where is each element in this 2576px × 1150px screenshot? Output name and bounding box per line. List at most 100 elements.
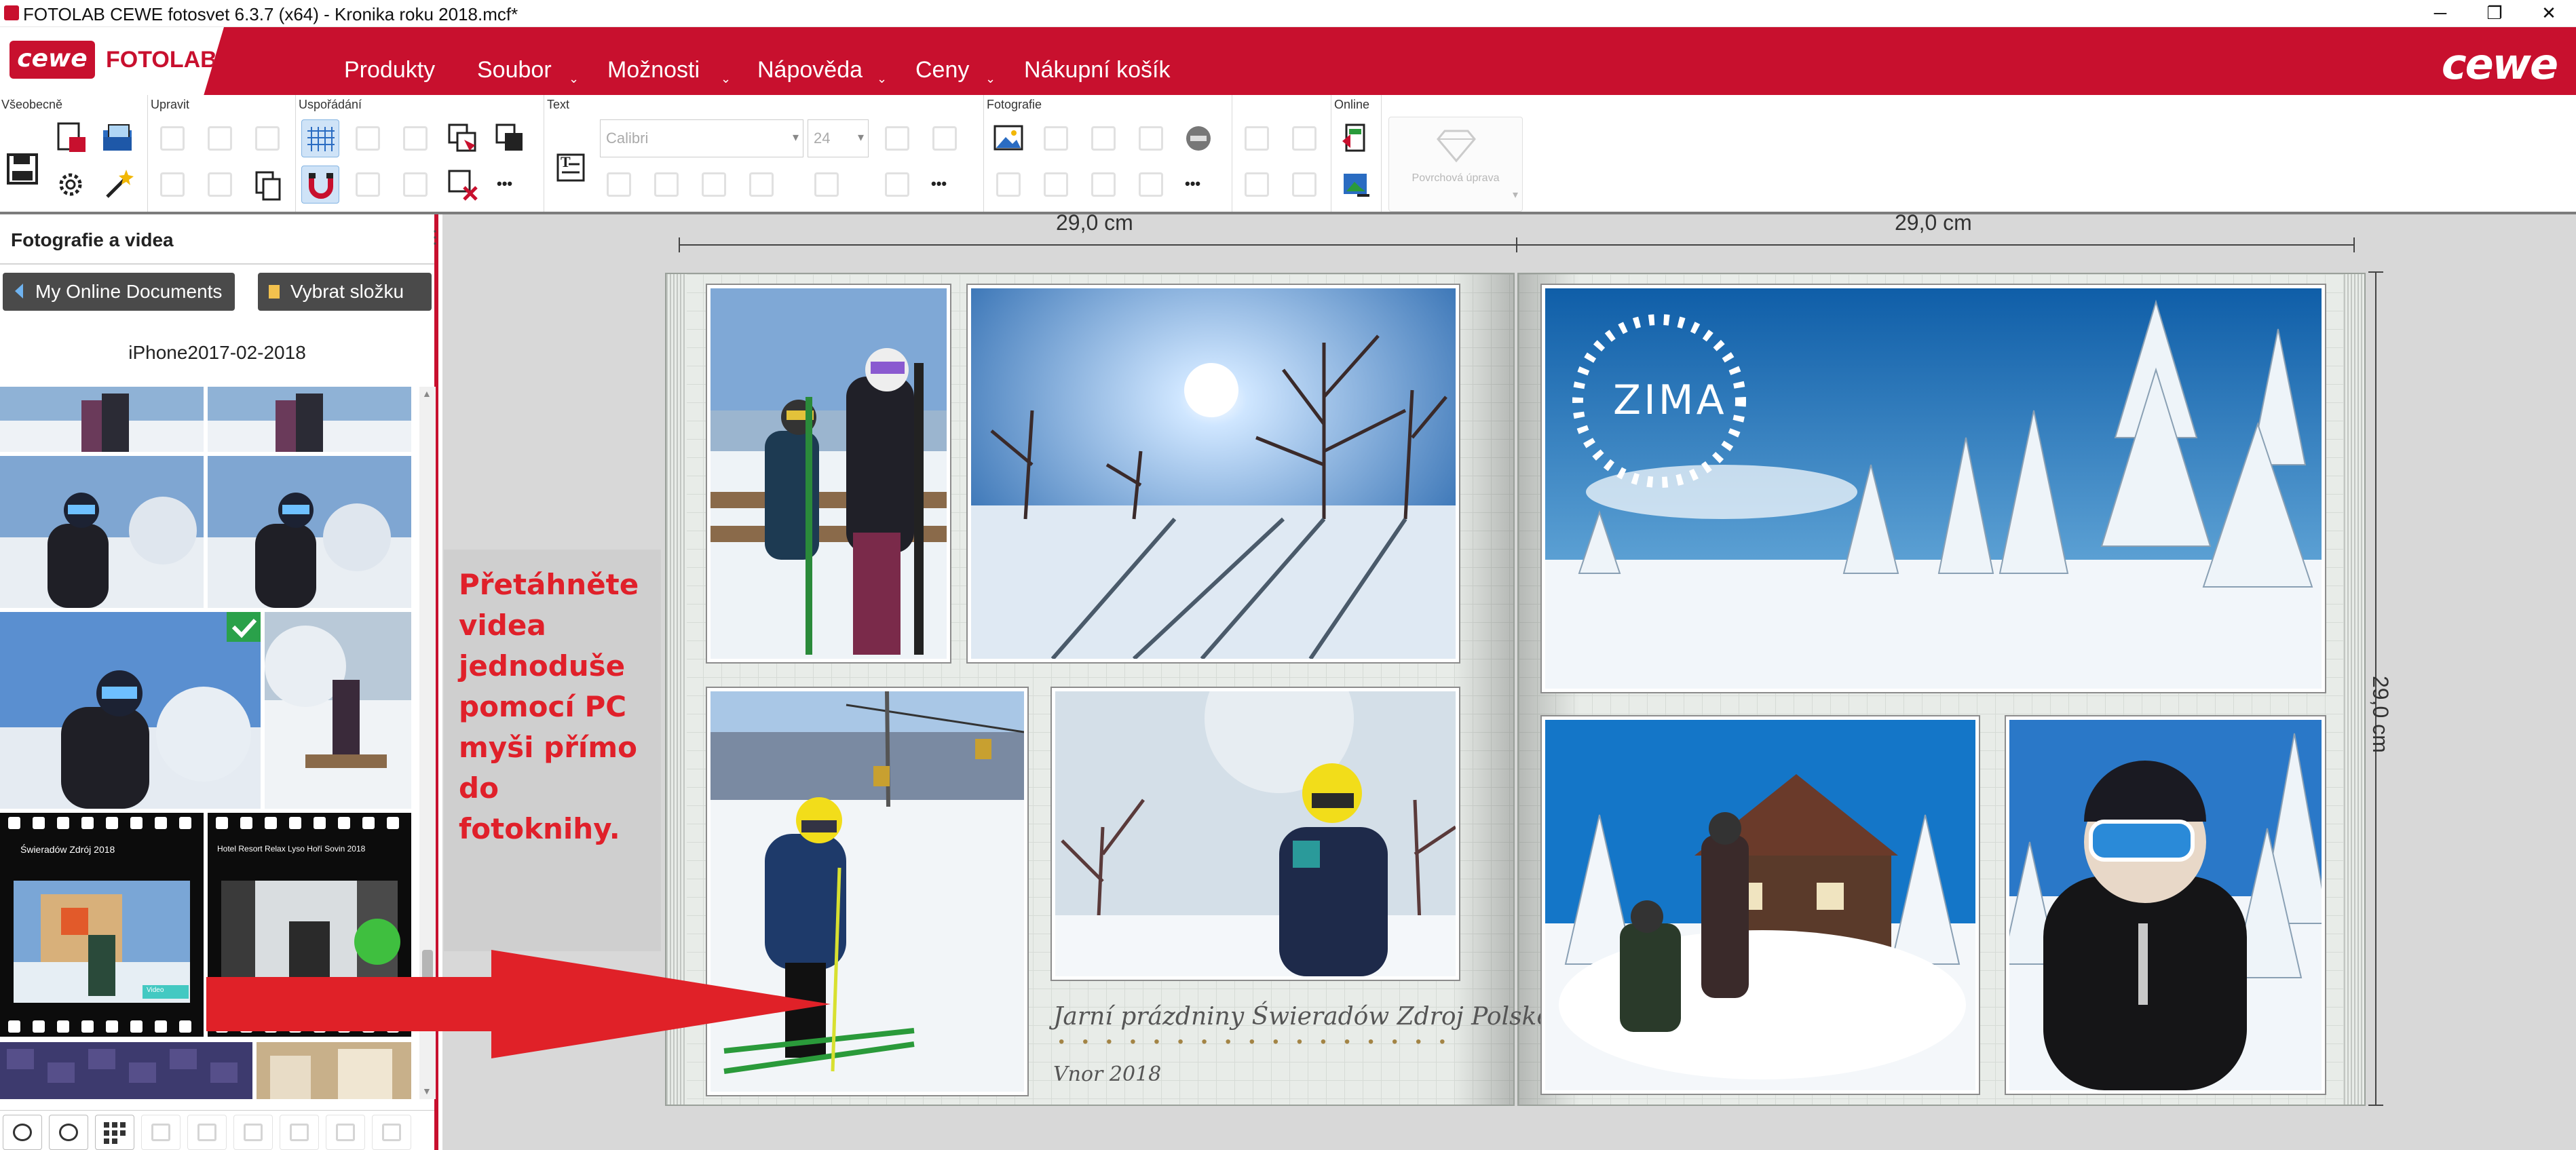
scroll-down-icon[interactable]: ▼	[422, 1086, 432, 1096]
ribbon-toolbar: Všeobecně Upravit Uspořádání ••• Text T …	[0, 95, 2576, 214]
photo-thumbnail[interactable]	[0, 387, 204, 452]
menu-produkty[interactable]: Produkty	[344, 57, 435, 83]
mask-icon[interactable]	[1179, 119, 1217, 157]
photo-ski-couple[interactable]	[707, 285, 950, 662]
sort-icon[interactable]	[141, 1115, 181, 1150]
grid-icon[interactable]	[301, 119, 339, 157]
photo-thumbnail[interactable]	[0, 456, 204, 608]
chevron-down-icon[interactable]: ⌄	[569, 72, 579, 86]
select-folder-button[interactable]: Vybrat složku	[258, 273, 432, 311]
photo-thumbnail[interactable]	[208, 387, 411, 452]
photo-crop-icon[interactable]	[1132, 166, 1170, 204]
paste-icon[interactable]	[248, 166, 286, 204]
menu-soubor[interactable]: Soubor	[477, 57, 552, 83]
font-size-select[interactable]: 24 ▾	[808, 119, 869, 157]
font-shrink-icon[interactable]	[926, 119, 964, 157]
panel-options-icon[interactable]: ⋮	[426, 227, 444, 248]
photo-thumbnail-selected[interactable]	[0, 612, 261, 809]
online-upload-icon[interactable]	[1337, 119, 1375, 157]
my-online-documents-button[interactable]: My Online Documents	[3, 273, 235, 311]
menu-moznosti[interactable]: Možnosti	[607, 57, 700, 83]
delete-icon[interactable]	[248, 119, 286, 157]
minimize-button[interactable]: ─	[2413, 0, 2467, 27]
more-photo-icon[interactable]: •••	[1179, 166, 1217, 204]
photo-thumbnail[interactable]	[208, 456, 411, 608]
view-grid-icon[interactable]	[95, 1115, 134, 1150]
font-grow-icon[interactable]	[878, 119, 916, 157]
copy-icon[interactable]	[201, 166, 239, 204]
chevron-down-icon[interactable]: ⌄	[985, 72, 996, 86]
photo-redeye-icon[interactable]	[1037, 166, 1075, 204]
align-icon[interactable]	[396, 119, 434, 157]
scroll-up-icon[interactable]: ▲	[422, 388, 432, 399]
filter-icon[interactable]	[187, 1115, 227, 1150]
add-text-icon[interactable]: T	[551, 140, 589, 187]
svg-text:T: T	[561, 153, 571, 170]
menu-napoveda[interactable]: Nápověda	[757, 57, 863, 83]
photo-winter-panorama[interactable]: ZIMA	[1542, 285, 2325, 692]
zoom-out-thumbnails-icon[interactable]	[3, 1115, 42, 1150]
rotate-right-thumb-icon[interactable]	[280, 1115, 319, 1150]
undo-icon[interactable]	[153, 119, 191, 157]
menu-ceny[interactable]: Ceny	[915, 57, 969, 83]
underline-icon[interactable]	[695, 166, 733, 204]
layout-icon[interactable]	[1238, 119, 1276, 157]
photo-family-chalet[interactable]	[1542, 716, 1979, 1094]
photo-child-yellow-helmet[interactable]	[1052, 688, 1459, 980]
page-caption-title[interactable]: Jarní prázdniny Świeradów Zdroj Polsko	[1053, 1003, 1551, 1031]
more-text-icon[interactable]: •••	[926, 166, 964, 204]
video-thumbnail[interactable]: Świeradów Zdrój 2018 Video	[0, 813, 204, 1037]
layout-3-icon[interactable]	[1238, 166, 1276, 204]
photo-rotate-icon[interactable]	[1084, 119, 1122, 157]
photo-edit-icon[interactable]	[989, 166, 1027, 204]
layout-4-icon[interactable]	[1285, 166, 1323, 204]
document-icon[interactable]	[52, 119, 90, 157]
more-arrange-icon[interactable]: •••	[491, 166, 529, 204]
rotate-left-thumb-icon[interactable]	[233, 1115, 273, 1150]
cut-icon[interactable]	[153, 166, 191, 204]
photo-effects-icon[interactable]	[1037, 119, 1075, 157]
add-photo-icon[interactable]	[989, 119, 1027, 157]
italic-icon[interactable]	[647, 166, 685, 204]
close-button[interactable]: ✕	[2522, 0, 2576, 27]
magnet-icon[interactable]	[301, 166, 339, 204]
save-button[interactable]	[4, 142, 42, 190]
zima-label[interactable]: ZIMA	[1613, 377, 1727, 424]
dimension-tick	[2368, 271, 2383, 273]
rotate-icon[interactable]	[349, 119, 387, 157]
distribute-icon[interactable]	[396, 166, 434, 204]
online-share-icon[interactable]	[1337, 166, 1375, 204]
open-folder-icon[interactable]	[99, 119, 137, 157]
font-family-select[interactable]: Calibri ▾	[600, 119, 803, 157]
bold-icon[interactable]	[600, 166, 638, 204]
app-icon	[4, 5, 19, 20]
send-backward-icon[interactable]	[491, 119, 529, 157]
copy-thumb-icon[interactable]	[326, 1115, 365, 1150]
layout-2-icon[interactable]	[1285, 119, 1323, 157]
delete-page-icon[interactable]	[444, 166, 482, 204]
zoom-in-thumbnails-icon[interactable]	[49, 1115, 88, 1150]
chevron-down-icon[interactable]: ⌄	[877, 72, 887, 86]
text-effect-icon[interactable]	[878, 166, 916, 204]
photo-frame-icon[interactable]	[1132, 119, 1170, 157]
photo-flip-icon[interactable]	[1084, 166, 1122, 204]
group-label: Text	[547, 98, 570, 111]
paste-thumb-icon[interactable]	[372, 1115, 411, 1150]
group-label: Fotografie	[987, 98, 1042, 111]
photo-thumbnail[interactable]	[265, 612, 411, 809]
chevron-down-icon[interactable]: ⌄	[721, 72, 731, 86]
rotate-right-icon[interactable]	[349, 166, 387, 204]
magic-wand-icon[interactable]	[99, 166, 137, 204]
window-title: FOTOLAB CEWE fotosvet 6.3.7 (x64) - Kron…	[23, 4, 518, 24]
text-color-icon[interactable]	[742, 166, 797, 204]
photo-snowy-trees-sun[interactable]	[968, 285, 1459, 662]
surface-finish-button[interactable]: Povrchová úprava ▾	[1388, 117, 1523, 212]
page-caption-date[interactable]: Vnor 2018	[1053, 1062, 1161, 1086]
redo-icon[interactable]	[201, 119, 239, 157]
photo-skier-portrait[interactable]	[2006, 716, 2325, 1094]
restore-button[interactable]: ❐	[2467, 0, 2522, 27]
settings-gear-icon[interactable]	[52, 166, 90, 204]
menu-nakupni-kosik[interactable]: Nákupní košík	[1024, 57, 1170, 83]
fill-color-icon[interactable]	[808, 166, 862, 204]
bring-forward-icon[interactable]	[444, 119, 482, 157]
